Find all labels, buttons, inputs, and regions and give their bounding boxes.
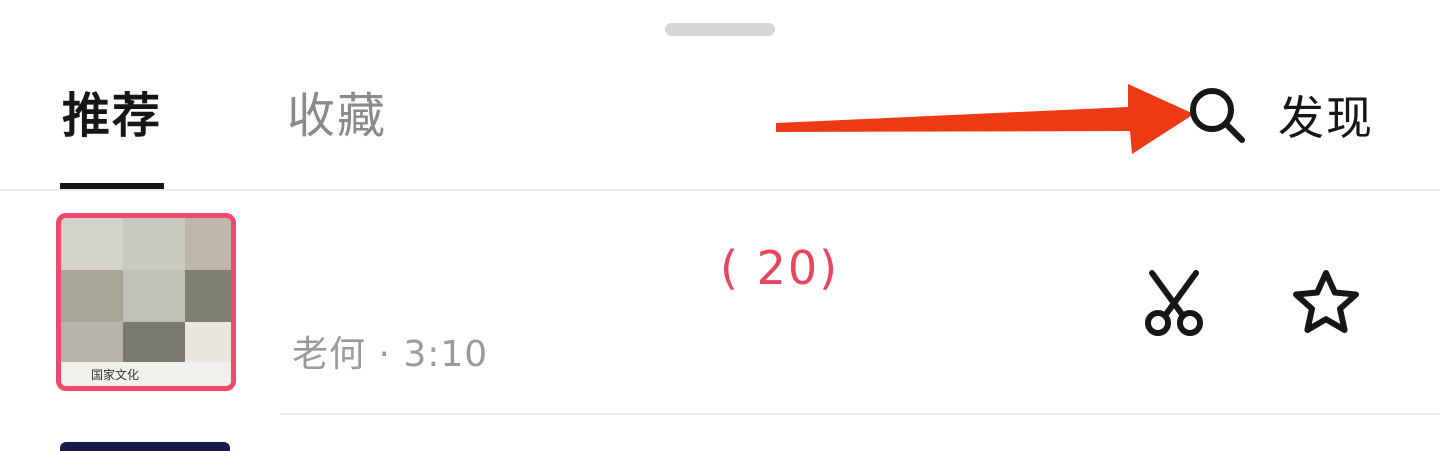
header-divider xyxy=(0,189,1440,191)
song-title: ( 20) xyxy=(720,241,840,295)
annotation-arrow xyxy=(776,84,1194,154)
thumbnail-caption: 国家文化 xyxy=(61,364,231,386)
star-icon[interactable] xyxy=(1290,267,1362,339)
tab-favorites[interactable]: 收藏 xyxy=(287,86,387,146)
song-artist-duration: 老何 · 3:10 xyxy=(292,334,489,375)
drag-handle[interactable] xyxy=(665,23,775,36)
song-list-item[interactable]: 国家文化 ( 20) 老何 · 3:10 xyxy=(0,205,1440,405)
scissors-icon[interactable] xyxy=(1138,267,1210,339)
bottom-sheet: 推荐 收藏 发现 国家文化 ( 20) 老何 · 3:10 xyxy=(0,0,1440,451)
discover-button[interactable]: 发现 xyxy=(1186,82,1374,148)
song-thumbnail: 国家文化 xyxy=(56,213,236,391)
search-icon xyxy=(1190,88,1245,143)
tab-recommended[interactable]: 推荐 xyxy=(62,86,162,146)
next-song-thumbnail xyxy=(60,442,230,451)
discover-label: 发现 xyxy=(1278,91,1374,145)
row-divider xyxy=(280,413,1440,415)
